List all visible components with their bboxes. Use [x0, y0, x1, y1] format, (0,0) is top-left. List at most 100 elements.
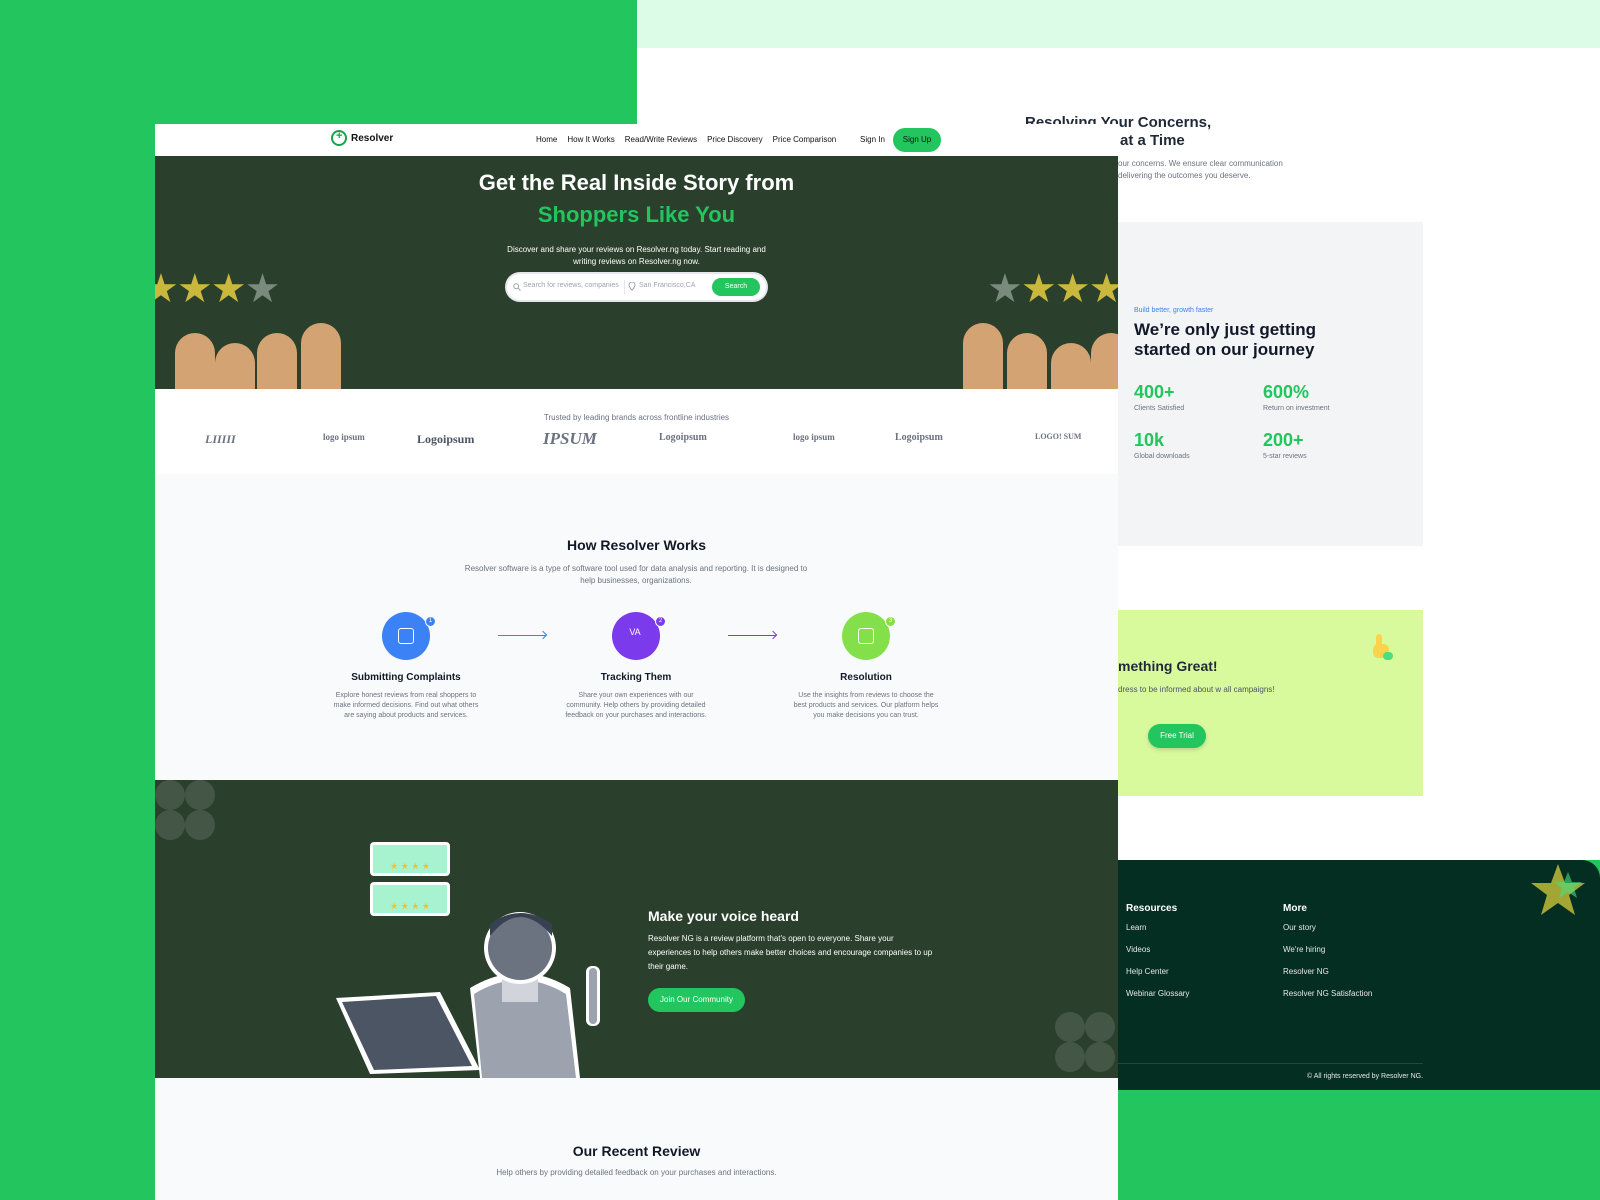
brand-logo-item: logo ipsum	[323, 432, 365, 442]
stat-item: 400+ Clients Satisfied	[1134, 382, 1254, 412]
hero-stars-right: ★★★★	[987, 267, 1118, 311]
step-number: 1	[425, 616, 436, 627]
stat-item: 600% Return on investment	[1263, 382, 1383, 412]
stat-item: 10k Global downloads	[1134, 430, 1254, 460]
step-title: Submitting Complaints	[351, 672, 461, 683]
brand-logo-item: Logoipsum	[659, 432, 707, 443]
voice-section: ★ ★ ★ ★ ★ ★ ★ ★ Make your voice heard Re…	[155, 780, 1118, 1078]
brand-logo-item: logo ipsum	[793, 432, 835, 442]
hero-title: Get the Real Inside Story from	[478, 170, 795, 195]
stat-label: Return on investment	[1263, 405, 1330, 412]
location-icon	[628, 282, 636, 291]
stats-title: We’re only just getting started on our j…	[1134, 320, 1316, 359]
stat-label: Global downloads	[1134, 453, 1190, 460]
footer-resources-title: Resources	[1126, 903, 1178, 914]
works-description: Resolver software is a type of software …	[464, 564, 808, 585]
search-bar: Search for reviews, companies San Franci…	[507, 274, 766, 300]
stat-label: 5-star reviews	[1263, 453, 1307, 460]
step-title: Resolution	[840, 672, 892, 683]
brand-logo-icon	[331, 130, 347, 146]
step-icon-circle: 3	[842, 612, 896, 660]
nav-link-home[interactable]: Home	[536, 135, 557, 144]
stat-value: 400+	[1134, 382, 1175, 402]
thumbs-up-icon	[1373, 634, 1393, 660]
join-community-button[interactable]: Join Our Community	[648, 988, 745, 1012]
nav-link-reviews[interactable]: Read/Write Reviews	[625, 135, 697, 144]
footer-link[interactable]: Resolver NG Satisfaction	[1283, 989, 1372, 998]
stats-section: Build better, growth faster We’re only j…	[1118, 222, 1423, 546]
thumbs-up-hand	[1007, 333, 1047, 389]
thumbs-up-hand	[1091, 333, 1118, 389]
step-number: 3	[885, 616, 896, 627]
brand-logo-item: LOGO! SUM	[1035, 432, 1082, 441]
leaf-pattern-icon	[155, 780, 215, 840]
resolution-icon	[858, 628, 874, 644]
search-icon	[513, 283, 521, 291]
footer-copyright: © All rights reserved by Resolver NG.	[1307, 1073, 1424, 1080]
nav-link-price-comparison[interactable]: Price Comparison	[773, 135, 837, 144]
search-input[interactable]: Search for reviews, companies	[523, 282, 619, 289]
nav-links: Home How It Works Read/Write Reviews Pri…	[536, 135, 836, 144]
stat-value: 10k	[1134, 430, 1165, 450]
stat-value: 600%	[1263, 382, 1310, 402]
search-button[interactable]: Search	[712, 278, 760, 296]
star-icon	[1531, 864, 1585, 915]
step-card: 1 Submitting Complaints Explore honest r…	[326, 612, 486, 721]
step-card: 3 Resolution Use the insights from revie…	[786, 612, 946, 721]
footer-link[interactable]: Help Center	[1126, 967, 1189, 976]
footer-link[interactable]: Learn	[1126, 923, 1189, 932]
works-title: How Resolver Works	[566, 537, 706, 553]
sign-up-button[interactable]: Sign Up	[893, 128, 941, 152]
step-text: Share your own experiences with our comm…	[565, 692, 707, 719]
step-icon-circle: VA 2	[612, 612, 666, 660]
cta-title: mething Great!	[1118, 658, 1218, 674]
stat-label: Clients Satisfied	[1134, 405, 1185, 412]
footer-link[interactable]: Videos	[1126, 945, 1189, 954]
brand-logo-item: Logoipsum	[417, 432, 475, 446]
brand-logo-item: Logoipsum	[895, 432, 943, 443]
back-subtitle: our concerns. We ensure clear communicat…	[1118, 159, 1283, 180]
location-input[interactable]: San Francisco,CA	[639, 282, 695, 289]
top-nav: Resolver Home How It Works Read/Write Re…	[155, 124, 1118, 156]
brand-logo-item: LIIIII	[205, 432, 236, 446]
hero-section: ★★★★ ★★★★ Get the Real Inside Story from…	[155, 156, 1118, 389]
hero-title-highlight: Shoppers Like You	[537, 202, 736, 227]
footer-divider	[1118, 1063, 1423, 1064]
hero-description: Discover and share your reviews on Resol…	[507, 245, 766, 266]
brand-logo[interactable]: Resolver	[331, 130, 393, 146]
stat-value: 200+	[1263, 430, 1304, 450]
footer-link[interactable]: We're hiring	[1283, 945, 1372, 954]
search-divider	[624, 280, 625, 294]
arrow-right-icon	[498, 635, 546, 636]
sign-in-link[interactable]: Sign In	[860, 135, 885, 144]
leaf-pattern-icon	[1055, 1012, 1115, 1072]
footer-link[interactable]: Webinar Glossary	[1126, 989, 1189, 998]
voice-text: Resolver NG is a review platform that's …	[648, 934, 933, 971]
brands-caption: Trusted by leading brands across frontli…	[543, 413, 730, 422]
free-trial-button[interactable]: Free Trial	[1148, 724, 1206, 748]
arrow-right-icon	[728, 635, 776, 636]
thumbs-up-hand	[1051, 343, 1091, 389]
stat-item: 200+ 5-star reviews	[1263, 430, 1383, 460]
complaint-icon	[398, 628, 414, 644]
nav-link-price-discovery[interactable]: Price Discovery	[707, 135, 763, 144]
footer-link[interactable]: Our story	[1283, 923, 1372, 932]
step-card: VA 2 Tracking Them Share your own experi…	[556, 612, 716, 721]
thumbs-up-hand	[175, 333, 215, 389]
brands-section: Trusted by leading brands across frontli…	[155, 389, 1118, 474]
back-title-line2: at a Time	[1120, 132, 1185, 149]
thumbs-up-hand	[215, 343, 255, 389]
recent-title: Our Recent Review	[572, 1143, 701, 1159]
step-icon-circle: 1	[382, 612, 436, 660]
footer-more: More Our story We're hiring Resolver NG …	[1283, 903, 1372, 1011]
footer-link[interactable]: Resolver NG	[1283, 967, 1372, 976]
tracking-icon: VA	[629, 627, 641, 637]
step-text: Explore honest reviews from real shopper…	[333, 692, 479, 719]
brand-logo-item: IPSUM	[543, 429, 597, 448]
nav-link-how-it-works[interactable]: How It Works	[567, 135, 614, 144]
thumbs-up-hand	[963, 323, 1003, 389]
thumbs-up-hand	[301, 323, 341, 389]
footer-more-title: More	[1283, 903, 1307, 914]
voice-title: Make your voice heard	[648, 908, 799, 924]
cta-text: dress to be informed about w all campaig…	[1118, 685, 1275, 694]
